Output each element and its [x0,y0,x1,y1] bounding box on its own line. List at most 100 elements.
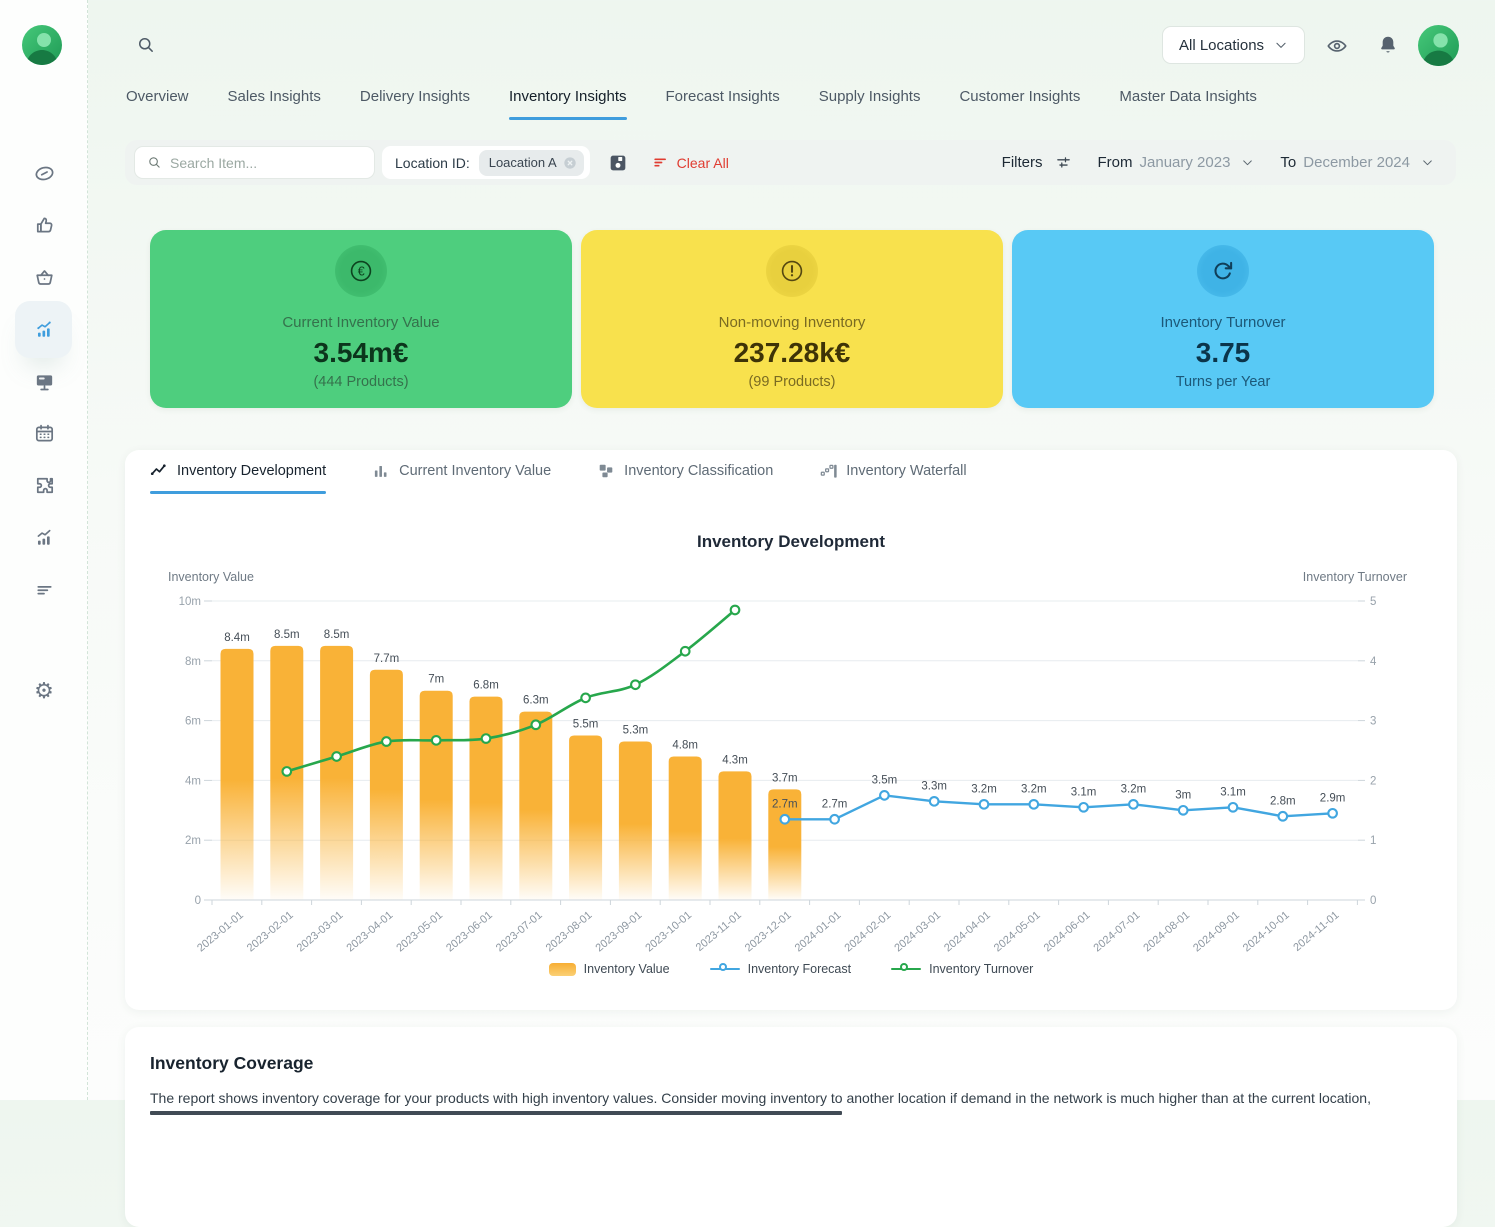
svg-text:2024-09-01: 2024-09-01 [1191,909,1242,954]
location-chip-label: Loacation A [489,155,557,170]
svg-text:2023-04-01: 2023-04-01 [345,909,396,954]
sidebar-item-insights[interactable] [30,315,58,343]
thumbs-up-icon [33,214,56,237]
monitor-icon [33,370,56,393]
kpi-title: Current Inventory Value [282,314,439,331]
sidebar-item-orders[interactable] [30,263,58,291]
kpi-cards-row: € Current Inventory Value 3.54m€ (444 Pr… [150,230,1434,408]
svg-text:4: 4 [1370,656,1377,668]
date-from-select[interactable]: From January 2023 [1098,154,1255,171]
sidebar: ⚙ [0,0,88,1100]
chart-tab-inventory-classification[interactable]: Inventory Classification [597,462,773,494]
sidebar-item-presentations[interactable] [30,367,58,395]
svg-text:2024-02-01: 2024-02-01 [843,909,894,954]
global-search-button[interactable] [136,35,156,55]
kpi-subtitle: Turns per Year [1176,374,1271,390]
kpi-title: Non-moving Inventory [719,314,866,331]
sidebar-item-calendar[interactable] [30,419,58,447]
tab-overview[interactable]: Overview [126,88,189,120]
sidebar-item-logs[interactable] [30,575,58,603]
svg-text:5.5m: 5.5m [573,719,599,731]
svg-text:2024-07-01: 2024-07-01 [1092,909,1143,954]
svg-text:6.8m: 6.8m [473,680,499,692]
legend-item-inventory-turnover[interactable]: Inventory Turnover [891,962,1033,976]
chevron-down-icon [1421,156,1434,169]
svg-text:4.3m: 4.3m [722,754,748,766]
svg-text:2024-03-01: 2024-03-01 [892,909,943,954]
to-value: December 2024 [1303,154,1410,171]
chevron-down-icon [1274,38,1288,52]
svg-text:3.3m: 3.3m [921,780,947,792]
sidebar-item-integrations[interactable] [30,471,58,499]
sidebar-avatar[interactable] [22,25,62,65]
gauge-icon [33,162,56,185]
chart-tab-inventory-development[interactable]: Inventory Development [150,462,326,494]
filters-button[interactable]: Filters [1002,154,1072,171]
tab-customer-insights[interactable]: Customer Insights [959,88,1080,120]
svg-text:2024-10-01: 2024-10-01 [1241,909,1292,954]
sidebar-item-settings[interactable]: ⚙ [30,677,58,705]
location-id-filter: Location ID: Loacation A [382,146,590,179]
svg-text:2023-09-01: 2023-09-01 [594,909,645,954]
kpi-card-non-moving-inventory[interactable]: Non-moving Inventory 237.28k€ (99 Produc… [581,230,1003,408]
legend-item-inventory-value[interactable]: Inventory Value [549,962,670,976]
date-to-select[interactable]: To December 2024 [1280,154,1434,171]
svg-text:3.1m: 3.1m [1220,786,1246,798]
watch-button[interactable] [1326,35,1348,57]
inventory-coverage-panel: Inventory Coverage The report shows inve… [125,1027,1457,1227]
notifications-button[interactable] [1377,34,1399,56]
location-chip[interactable]: Loacation A [479,150,584,176]
tab-inventory-insights[interactable]: Inventory Insights [509,88,627,120]
sidebar-item-dashboard[interactable] [30,159,58,187]
filter-bar: Location ID: Loacation A Clear All [125,140,1456,185]
svg-text:2.8m: 2.8m [1270,795,1296,807]
trend-line-icon [150,462,168,480]
blocks-icon [597,462,615,480]
tab-master-data-insights[interactable]: Master Data Insights [1119,88,1257,120]
svg-text:7m: 7m [428,674,444,686]
locations-dropdown[interactable]: All Locations [1162,26,1305,64]
tab-forecast-insights[interactable]: Forecast Insights [666,88,780,120]
remove-chip-icon[interactable] [563,156,577,170]
chart-tab-current-inventory-value[interactable]: Current Inventory Value [372,462,551,494]
svg-text:2023-06-01: 2023-06-01 [444,909,495,954]
save-filter-button[interactable] [607,152,629,174]
chart-tab-inventory-waterfall[interactable]: Inventory Waterfall [819,462,966,494]
save-icon [607,152,629,174]
legend-item-inventory-forecast[interactable]: Inventory Forecast [710,962,852,976]
user-avatar[interactable] [1418,25,1459,66]
svg-text:2.7m: 2.7m [772,798,798,810]
svg-text:3.7m: 3.7m [772,772,798,784]
tab-delivery-insights[interactable]: Delivery Insights [360,88,470,120]
tab-sales-insights[interactable]: Sales Insights [228,88,321,120]
search-input[interactable] [170,155,362,171]
search-icon [147,155,162,170]
bar-trend-icon [33,526,56,549]
sidebar-item-reports[interactable] [30,523,58,551]
clear-all-button[interactable]: Clear All [652,154,729,171]
svg-text:3m: 3m [1175,789,1191,801]
svg-text:2023-02-01: 2023-02-01 [245,909,296,954]
svg-text:2023-07-01: 2023-07-01 [494,909,545,954]
svg-text:2023-11-01: 2023-11-01 [694,909,744,954]
chart-legend: Inventory Value Inventory Forecast Invento… [125,962,1457,976]
legend-bar-swatch [549,963,576,976]
kpi-card-current-inventory-value[interactable]: € Current Inventory Value 3.54m€ (444 Pr… [150,230,572,408]
svg-text:3.1m: 3.1m [1071,786,1097,798]
list-lines-icon [33,578,56,601]
filter-lines-icon [1055,154,1072,171]
svg-text:2024-01-01: 2024-01-01 [793,909,844,954]
svg-text:2023-10-01: 2023-10-01 [643,909,694,954]
sidebar-item-approvals[interactable] [30,211,58,239]
item-search-field[interactable] [134,146,375,179]
kpi-card-inventory-turnover[interactable]: Inventory Turnover 3.75 Turns per Year [1012,230,1434,408]
refresh-icon [1197,245,1249,297]
svg-text:6m: 6m [185,716,201,728]
coverage-description: The report shows inventory coverage for … [150,1087,1440,1109]
svg-text:3: 3 [1370,716,1376,728]
chart-tab-label: Inventory Development [177,463,326,479]
svg-text:1: 1 [1370,835,1376,847]
avatar-image [22,25,62,65]
tab-supply-insights[interactable]: Supply Insights [819,88,921,120]
locations-dropdown-value: All Locations [1179,37,1264,54]
